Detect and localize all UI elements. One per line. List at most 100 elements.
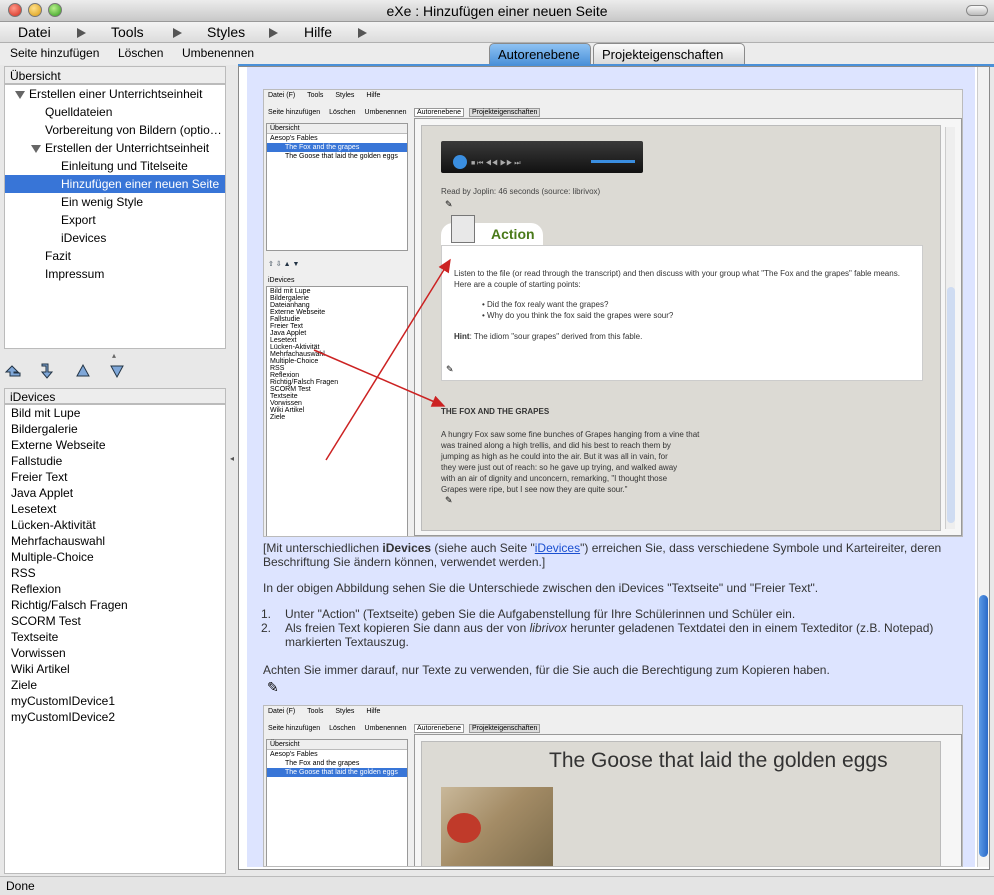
outline-item-label: Erstellen der Unterrichtseinheit [45, 141, 210, 155]
idevice-item[interactable]: Reflexion [5, 581, 225, 597]
idevice-item[interactable]: Ziele [5, 677, 225, 693]
shot2-content: The Goose that laid the golden eggs [414, 734, 962, 866]
idevice-item[interactable]: Vorwissen [5, 645, 225, 661]
outline-item[interactable]: Erstellen der Unterrichtseinheit [31, 139, 210, 157]
idevice-item[interactable]: Textseite [5, 629, 225, 645]
outline-item[interactable]: Erstellen einer Unterrichtseinheit [15, 85, 203, 103]
content-scroll-thumb[interactable] [979, 595, 988, 857]
paragraph-copyright: Achten Sie immer darauf, nur Texte zu ve… [263, 663, 830, 677]
idevices-link[interactable]: iDevices [535, 541, 580, 555]
idevice-item[interactable]: Lesetext [5, 501, 225, 517]
toolbar-toggle-button[interactable] [966, 5, 988, 16]
menu-hilfe[interactable]: Hilfe [304, 24, 332, 40]
content-view: Datei (F) Tools Styles Hilfe Seite hinzu… [238, 66, 990, 870]
outline-item[interactable]: Fazit [45, 247, 71, 265]
shot2-tab: Projekteigenschaften [469, 724, 541, 733]
delete-page-button[interactable]: Löschen [118, 46, 163, 60]
arrow-to-freetext [313, 349, 446, 407]
outline-item[interactable]: Ein wenig Style [61, 193, 143, 211]
menu-datei[interactable]: Datei [18, 24, 51, 40]
outline-item[interactable]: Quelldateien [45, 103, 112, 121]
list-item: 1. Unter "Action" (Textseite) geben Sie d… [261, 607, 796, 621]
rename-page-button[interactable]: Umbenennen [182, 46, 254, 60]
menu-arrow-icon [77, 28, 86, 38]
text-span: (siehe auch Seite " [431, 541, 535, 555]
idevice-item[interactable]: Bildergalerie [5, 421, 225, 437]
idevices-list: Bild mit Lupe Bildergalerie Externe Webs… [4, 404, 226, 874]
shot2-tree-item: Aesop's Fables [270, 751, 318, 758]
menu-bar: Datei Tools Styles Hilfe [0, 22, 994, 43]
outline-item-label: Erstellen einer Unterrichtseinheit [29, 87, 203, 101]
tab-autorenebene[interactable]: Autorenebene [489, 43, 591, 65]
idevice-item[interactable]: myCustomIDevice1 [5, 693, 225, 709]
edit-icon[interactable]: ✎ [267, 679, 279, 696]
promote-icon[interactable] [4, 362, 22, 380]
menu-styles[interactable]: Styles [207, 24, 245, 40]
idevices-header: iDevices [4, 388, 226, 404]
shot2-menu-item: Styles [335, 708, 355, 715]
outline-item[interactable]: iDevices [61, 229, 106, 247]
outline-item[interactable]: Einleitung und Titelseite [61, 157, 188, 175]
idevice-item[interactable]: Externe Webseite [5, 437, 225, 453]
outline-header: Übersicht [4, 66, 226, 84]
idevice-item[interactable]: Lücken-Aktivität [5, 517, 225, 533]
goose-illustration [441, 787, 553, 866]
menu-arrow-icon [358, 28, 367, 38]
menu-arrow-icon [173, 28, 182, 38]
paragraph-differences: In der obigen Abbildung sehen Sie die Un… [263, 581, 819, 595]
idevice-item[interactable]: myCustomIDevice2 [5, 709, 225, 725]
embedded-screenshot-2: Datei (F) Tools Styles Hilfe Seite hinzu… [263, 705, 963, 867]
text-strong: iDevices [382, 541, 432, 555]
menu-tools[interactable]: Tools [111, 24, 144, 40]
idevice-item[interactable]: Multiple-Choice [5, 549, 225, 565]
idevice-item[interactable]: Bild mit Lupe [5, 405, 225, 421]
shot2-menubar: Datei (F) Tools Styles Hilfe [264, 706, 962, 720]
outline-item[interactable]: Vorbereitung von Bildern (optio… [45, 121, 222, 139]
outline-tree: Erstellen einer Unterrichtseinheit Quell… [4, 84, 226, 349]
shot2-tree-header: Übersicht [267, 740, 407, 750]
tab-projekteigenschaften[interactable]: Projekteigenschaften [593, 43, 745, 65]
shot2-tree-item-selected: The Goose that laid the golden eggs [267, 768, 407, 777]
status-text: Done [6, 879, 35, 893]
idevice-item[interactable]: RSS [5, 565, 225, 581]
idevice-item[interactable]: Freier Text [5, 469, 225, 485]
shot2-tab-active: Autorenebene [414, 724, 464, 733]
splitter-grip-icon[interactable]: ▴ [112, 351, 116, 360]
illustration-figure [447, 813, 481, 843]
outline-item-selected[interactable]: Hinzufügen einer neuen Seite [5, 175, 225, 193]
shot2-tree-item: The Fox and the grapes [285, 760, 360, 767]
idevice-item[interactable]: Java Applet [5, 485, 225, 501]
paragraph-idevices: [Mit unterschiedlichen iDevices (siehe a… [263, 541, 963, 569]
idevice-item[interactable]: Fallstudie [5, 453, 225, 469]
menu-arrow-icon [269, 28, 278, 38]
move-down-icon[interactable] [108, 362, 126, 380]
window-title: eXe : Hinzufügen einer neuen Seite [386, 3, 608, 19]
status-bar: Done [0, 876, 994, 895]
outline-tools [0, 362, 230, 382]
shot2-heading: The Goose that laid the golden eggs [549, 749, 888, 772]
outline-item[interactable]: Impressum [45, 265, 104, 283]
idevice-item[interactable]: Mehrfachauswahl [5, 533, 225, 549]
panel-collapse-icon[interactable]: ◂ [230, 454, 234, 463]
title-bar: eXe : Hinzufügen einer neuen Seite [0, 0, 994, 22]
demote-icon[interactable] [38, 362, 56, 380]
annotation-arrows [313, 258, 451, 461]
embedded-screenshot-1: Datei (F) Tools Styles Hilfe Seite hinzu… [263, 89, 963, 537]
move-up-icon[interactable] [74, 362, 92, 380]
add-page-button[interactable]: Seite hinzufügen [10, 46, 99, 60]
idevice-item[interactable]: SCORM Test [5, 613, 225, 629]
shot2-action: Umbenennen [364, 725, 407, 732]
shot2-menu-item: Hilfe [366, 708, 381, 715]
list-text: Unter "Action" (Textseite) geben Sie die… [285, 607, 796, 621]
idevice-item[interactable]: Wiki Artikel [5, 661, 225, 677]
content-scrollbar[interactable] [977, 67, 989, 867]
list-text: Als freien Text kopieren Sie dann aus de… [285, 621, 530, 635]
idevice-item[interactable]: Richtig/Falsch Fragen [5, 597, 225, 613]
shot2-menu-item: Tools [307, 708, 324, 715]
text-span: [Mit unterschiedlichen [263, 541, 383, 555]
shot2-menu-item: Datei (F) [268, 708, 296, 715]
arrow-to-action [325, 258, 451, 461]
list-item: 2. Als freien Text kopieren Sie dann aus … [261, 621, 934, 649]
list-text-em: librivox [529, 621, 567, 635]
outline-item[interactable]: Export [61, 211, 96, 229]
